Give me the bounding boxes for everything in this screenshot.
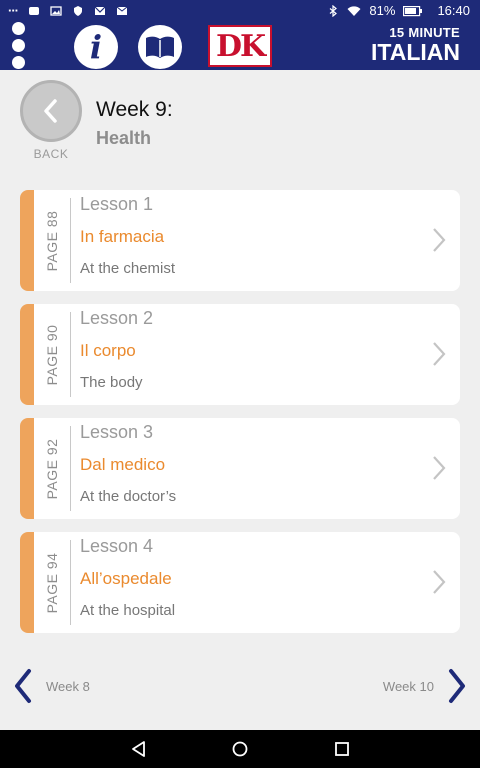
- page-number: PAGE 90: [44, 324, 60, 385]
- chevron-left-icon: [15, 669, 31, 703]
- mail-icon: [116, 6, 128, 15]
- cloud-sync-icon: [29, 6, 39, 15]
- lesson-italian-title: In farmacia: [80, 227, 165, 246]
- lesson-english-title: At the doctor’s: [80, 488, 177, 505]
- next-week-label: Week 10: [382, 678, 434, 694]
- lesson-card-4[interactable]: PAGE 94 Lesson 4 All’ospedale At the hos…: [20, 532, 460, 633]
- more-notifications-icon: ···: [8, 3, 19, 18]
- brand-title: 15 MINUTE ITALIAN: [371, 26, 460, 64]
- page-subtitle: Health: [96, 128, 152, 148]
- lesson-number: Lesson 3: [80, 422, 154, 442]
- lesson-english-title: At the hospital: [80, 602, 176, 619]
- card-accent-stripe: [20, 304, 34, 405]
- lesson-card-3[interactable]: PAGE 92 Lesson 3 Dal medico At the docto…: [20, 418, 460, 519]
- lesson-italian-title: Dal medico: [80, 455, 166, 474]
- divider: [70, 540, 71, 625]
- gmail-icon: [94, 6, 106, 15]
- lesson-list: PAGE 88 Lesson 1 In farmacia At the chem…: [20, 190, 460, 646]
- previous-week-button[interactable]: Week 8: [12, 668, 90, 704]
- system-nav-bar: [0, 730, 480, 768]
- lesson-card-1[interactable]: PAGE 88 Lesson 1 In farmacia At the chem…: [20, 190, 460, 291]
- info-icon: i: [89, 28, 103, 66]
- open-book-icon: [146, 36, 174, 58]
- wifi-icon: [347, 5, 361, 16]
- dk-logo: DK: [208, 25, 272, 67]
- clock: 16:40: [437, 3, 470, 18]
- next-week-button[interactable]: Week 10: [383, 668, 468, 704]
- info-button[interactable]: i: [74, 25, 118, 69]
- shield-icon: [74, 5, 82, 16]
- home-circle-icon[interactable]: [231, 740, 249, 758]
- chevron-right-icon: [449, 669, 465, 703]
- lesson-number: Lesson 2: [80, 308, 154, 328]
- page-number: PAGE 92: [44, 438, 60, 499]
- menu-dots-button[interactable]: [11, 22, 27, 70]
- bluetooth-icon: [330, 4, 338, 17]
- page-number: PAGE 88: [44, 210, 60, 271]
- lesson-number: Lesson 1: [80, 194, 154, 214]
- brand-small: 15 MINUTE: [389, 25, 460, 40]
- app-bar: i DK 15 MINUTE ITALIAN: [0, 22, 480, 70]
- lesson-english-title: At the chemist: [80, 260, 176, 277]
- chevron-right-icon: [433, 228, 446, 252]
- book-button[interactable]: [138, 25, 182, 69]
- page-title: Week 9:: [96, 98, 173, 121]
- chevron-left-icon: [44, 99, 57, 123]
- previous-week-label: Week 8: [46, 678, 90, 694]
- status-bar: ··· 81% 16:40: [0, 0, 480, 22]
- divider: [70, 198, 71, 283]
- back-button[interactable]: [20, 80, 82, 142]
- image-icon: [50, 5, 62, 16]
- lesson-number: Lesson 4: [80, 536, 154, 556]
- battery-percent: 81%: [369, 3, 396, 18]
- back-control[interactable]: BACK: [20, 80, 82, 161]
- page-number: PAGE 94: [44, 552, 60, 613]
- back-triangle-icon[interactable]: [130, 740, 148, 758]
- lesson-card-2[interactable]: PAGE 90 Lesson 2 Il corpo The body: [20, 304, 460, 405]
- back-label: BACK: [33, 147, 69, 161]
- lesson-english-title: The body: [80, 374, 143, 391]
- lesson-italian-title: All’ospedale: [80, 569, 172, 588]
- battery-icon: [403, 5, 423, 16]
- divider: [70, 312, 71, 397]
- card-accent-stripe: [20, 418, 34, 519]
- chevron-right-icon: [433, 456, 446, 480]
- brand-big: ITALIAN: [370, 39, 460, 65]
- chevron-right-icon: [433, 342, 446, 366]
- recents-square-icon[interactable]: [333, 740, 351, 758]
- card-accent-stripe: [20, 190, 34, 291]
- chevron-right-icon: [433, 570, 446, 594]
- lesson-italian-title: Il corpo: [80, 341, 136, 360]
- card-accent-stripe: [20, 532, 34, 633]
- divider: [70, 426, 71, 511]
